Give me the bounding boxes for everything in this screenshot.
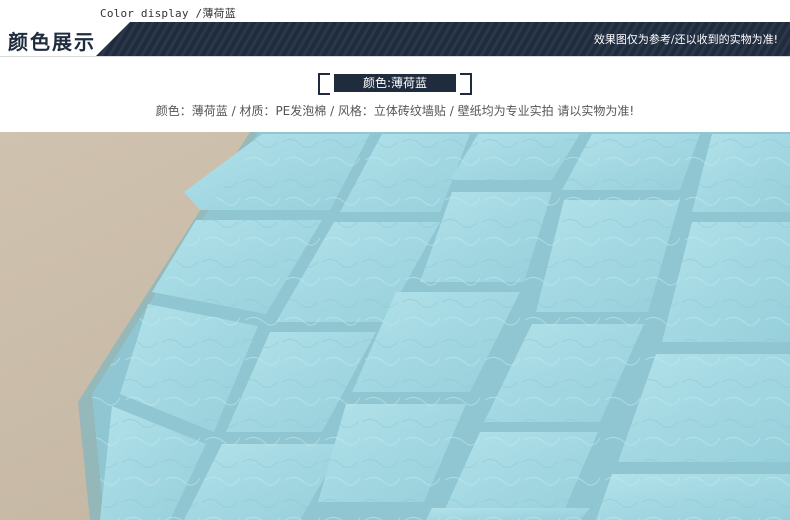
product-photo (0, 132, 790, 520)
color-display-label: Color display /薄荷蓝 (100, 7, 236, 20)
divider (0, 56, 790, 57)
section-banner: 颜色展示 效果图仅为参考/还以收到的实物为准! (0, 22, 790, 56)
bracket-right-icon (460, 73, 472, 95)
banner-slant (96, 22, 130, 56)
color-tag-label: 颜色:薄荷蓝 (334, 74, 456, 92)
product-description: 颜色：薄荷蓝 / 材质：PE发泡棉 / 风格：立体砖纹墙贴 / 壁纸均为专业实拍… (155, 104, 635, 118)
color-tag: 颜色:薄荷蓝 (318, 72, 472, 96)
disclaimer-note: 效果图仅为参考/还以收到的实物为准! (593, 33, 778, 46)
brick-panel (92, 132, 790, 520)
section-title: 颜色展示 (8, 30, 96, 54)
bracket-left-icon (318, 73, 330, 95)
